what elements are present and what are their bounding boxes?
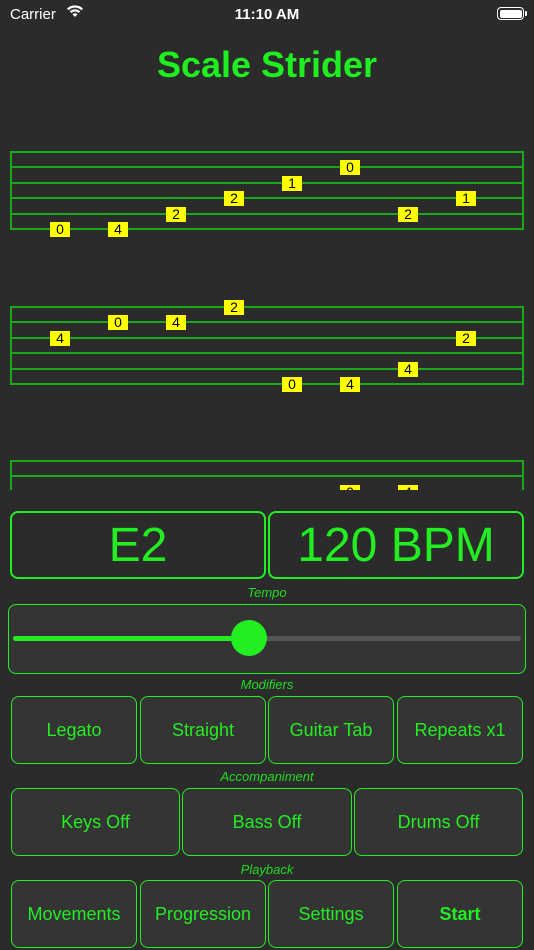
tab-note: 0	[50, 222, 70, 237]
tab-note: 2	[224, 191, 244, 207]
tab-staff: 4 0 4 2 0 4 4 2	[10, 300, 524, 392]
tab-string-line	[10, 336, 524, 339]
tempo-slider[interactable]	[8, 604, 526, 674]
accompaniment-label: Accompaniment	[220, 769, 314, 784]
battery-icon	[497, 7, 527, 20]
tab-string-line	[10, 352, 524, 355]
tab-note: 0	[340, 160, 360, 176]
slider-track[interactable]	[13, 636, 521, 641]
tab-note: 2	[456, 330, 476, 346]
tab-string-line	[10, 306, 524, 308]
progression-button[interactable]: Progression	[140, 880, 266, 948]
legato-button[interactable]: Legato	[11, 696, 137, 764]
status-bar: Carrier 11:10 AM	[0, 0, 534, 30]
key-display: E2	[10, 511, 266, 579]
tab-string-line	[10, 475, 524, 478]
drums-toggle-button[interactable]: Drums Off	[354, 788, 523, 856]
settings-button[interactable]: Settings	[268, 880, 394, 948]
tab-note: 4	[50, 330, 70, 346]
tab-string-line	[10, 212, 524, 215]
tab-note: 4	[108, 222, 128, 237]
bass-toggle-button[interactable]: Bass Off	[182, 788, 352, 856]
clock: 11:10 AM	[234, 6, 300, 23]
tab-note: 4	[340, 377, 360, 392]
playback-label: Playback	[240, 862, 294, 877]
guitar-tab-button[interactable]: Guitar Tab	[268, 696, 394, 764]
slider-thumb[interactable]	[230, 620, 267, 656]
tab-string-line	[10, 166, 524, 169]
straight-button[interactable]: Straight	[140, 696, 266, 764]
tab-note: 2	[398, 206, 418, 222]
tab-string-line	[10, 383, 524, 385]
tab-note: 0	[340, 484, 360, 490]
repeats-button[interactable]: Repeats x1	[397, 696, 523, 764]
slider-fill	[13, 636, 249, 641]
tempo-label: Tempo	[247, 585, 287, 600]
tab-barline	[10, 460, 12, 490]
app-title: Scale Strider	[156, 44, 378, 85]
start-button[interactable]: Start	[397, 880, 523, 948]
tab-barline	[522, 306, 524, 384]
tab-note: 0	[108, 315, 128, 331]
tab-note: 4	[166, 315, 186, 331]
tab-string-line	[10, 367, 524, 370]
keys-toggle-button[interactable]: Keys Off	[11, 788, 180, 856]
tab-string-line	[10, 151, 524, 153]
tab-barline	[10, 306, 12, 384]
tab-barline	[522, 460, 524, 490]
tab-barline	[10, 151, 12, 229]
movements-button[interactable]: Movements	[11, 880, 137, 948]
key-value: E2	[108, 518, 168, 572]
tab-barline	[522, 151, 524, 229]
tab-string-line	[10, 181, 524, 184]
tab-string-line	[10, 228, 524, 230]
modifiers-label: Modifiers	[240, 677, 294, 692]
tab-note: 4	[398, 484, 418, 490]
tempo-display: 120 BPM	[268, 511, 524, 579]
tab-staff: 0 4 2 2 1 0 2 1	[10, 151, 524, 237]
tab-note: 4	[398, 361, 418, 377]
tab-note: 0	[282, 377, 302, 392]
tab-note: 2	[166, 206, 186, 222]
tab-notation-area[interactable]: 04221021 40420442 04	[10, 140, 524, 490]
tab-string-line	[10, 460, 524, 462]
tab-note: 2	[224, 300, 244, 315]
tab-string-line	[10, 197, 524, 200]
tab-staff: 04	[10, 460, 524, 490]
tab-string-line	[10, 321, 524, 324]
tempo-value: 120 BPM	[297, 518, 495, 572]
tab-note: 1	[456, 191, 476, 207]
tab-note: 1	[282, 175, 302, 191]
